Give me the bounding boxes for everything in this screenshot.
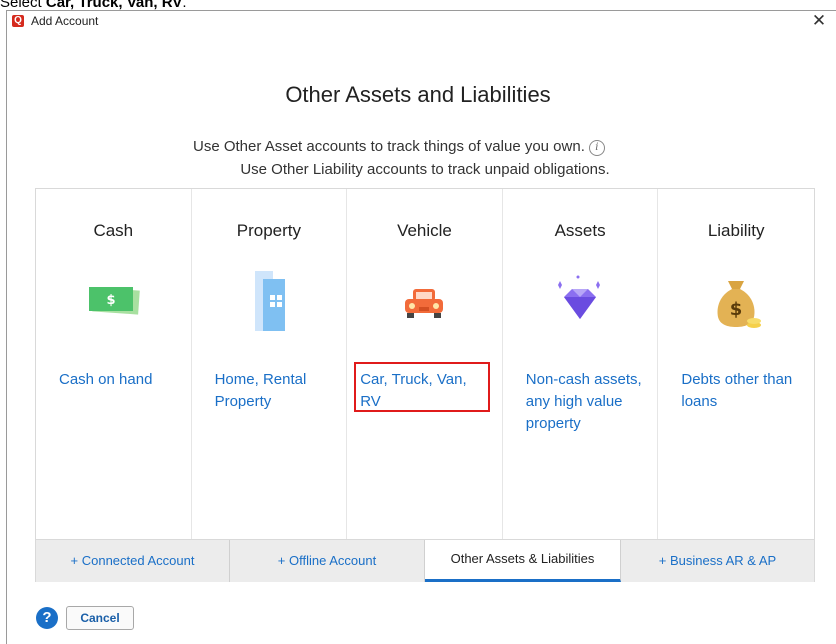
money-bag-icon: $ — [717, 281, 762, 328]
card-cash[interactable]: Cash $ Cash on hand — [36, 189, 192, 539]
subtitle-liabilities: Use Other Liability accounts to track un… — [240, 161, 610, 178]
card-description[interactable]: Debts other than loans — [681, 369, 801, 413]
building-icon — [254, 271, 285, 331]
help-icon[interactable]: ? — [36, 607, 58, 629]
card-title: Assets — [554, 221, 606, 240]
close-icon[interactable]: ✕ — [810, 12, 828, 30]
page-title: Other Assets and Liabilities — [285, 82, 551, 107]
info-icon[interactable]: i — [588, 140, 605, 156]
instruction-text: Select Car, Truck, Van, RV. — [0, 0, 187, 10]
card-assets[interactable]: Assets Non-cash assets, any high value p… — [503, 189, 659, 539]
quicken-logo-icon: Q — [12, 15, 24, 27]
instruction-target: Car, Truck, Van, RV — [45, 0, 183, 10]
svg-text:$: $ — [107, 293, 116, 308]
car-icon — [405, 289, 444, 318]
account-type-panel: Cash $ Cash on hand Property Home, Renta… — [35, 188, 815, 582]
cancel-button[interactable]: Cancel — [66, 606, 134, 630]
card-liability[interactable]: Liability $ Debts other than loans — [658, 189, 814, 539]
account-tabs: + Connected Account + Offline Account Ot… — [36, 539, 814, 582]
diamond-icon — [558, 275, 601, 319]
svg-text:$: $ — [730, 299, 743, 320]
card-vehicle[interactable]: Vehicle Car, Truck, Van, RV — [347, 189, 503, 539]
card-title: Cash — [93, 221, 134, 240]
title-bar: Q Add Account ✕ — [7, 11, 836, 33]
tab-other-assets-liabilities[interactable]: Other Assets & Liabilities — [425, 540, 621, 582]
card-title: Liability — [707, 221, 765, 240]
cash-icon: $ — [89, 287, 141, 315]
card-description[interactable]: Home, Rental Property — [215, 369, 335, 413]
tab-business-ar-ap[interactable]: + Business AR & AP — [621, 540, 814, 582]
card-title: Property — [236, 221, 302, 240]
card-property[interactable]: Property Home, Rental Property — [192, 189, 348, 539]
card-description[interactable]: Cash on hand — [59, 369, 179, 391]
window-title: Add Account — [31, 14, 99, 28]
card-description[interactable]: Non-cash assets, any high value property — [526, 369, 646, 435]
account-type-cards: Cash $ Cash on hand Property Home, Renta… — [36, 189, 814, 539]
tab-connected-account[interactable]: + Connected Account — [36, 540, 230, 582]
card-title: Vehicle — [397, 221, 452, 240]
card-description[interactable]: Car, Truck, Van, RV — [360, 369, 480, 413]
subtitle-assets: Use Other Asset accounts to track things… — [193, 138, 605, 156]
tab-offline-account[interactable]: + Offline Account — [230, 540, 425, 582]
